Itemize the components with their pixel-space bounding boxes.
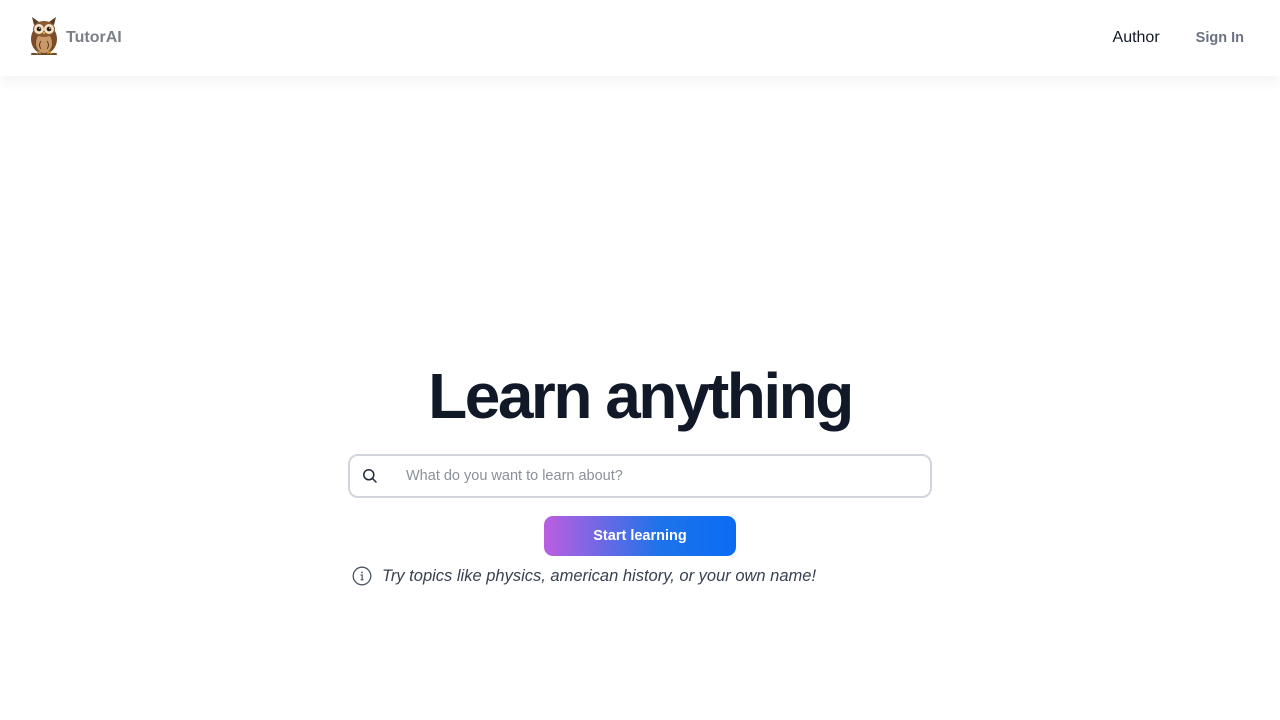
nav-author-link[interactable]: Author	[1113, 29, 1160, 47]
start-learning-button[interactable]: Start learning	[544, 516, 736, 556]
hero-section: Learn anything Start learning Try topics…	[0, 360, 1280, 586]
search-icon	[362, 468, 378, 484]
owl-icon	[28, 15, 60, 62]
brand-logo-link[interactable]: TutorAI	[28, 15, 122, 62]
topic-hint: Try topics like physics, american histor…	[348, 566, 932, 586]
top-navbar: TutorAI Author Sign In	[0, 0, 1280, 76]
sign-in-link[interactable]: Sign In	[1196, 30, 1244, 46]
page-title: Learn anything	[428, 360, 854, 432]
search-box	[348, 454, 932, 498]
info-icon	[352, 566, 372, 586]
brand-name: TutorAI	[66, 29, 122, 46]
main-nav: Author Sign In	[1113, 29, 1244, 47]
hint-text: Try topics like physics, american histor…	[382, 566, 817, 585]
topic-search-input[interactable]	[350, 456, 930, 496]
